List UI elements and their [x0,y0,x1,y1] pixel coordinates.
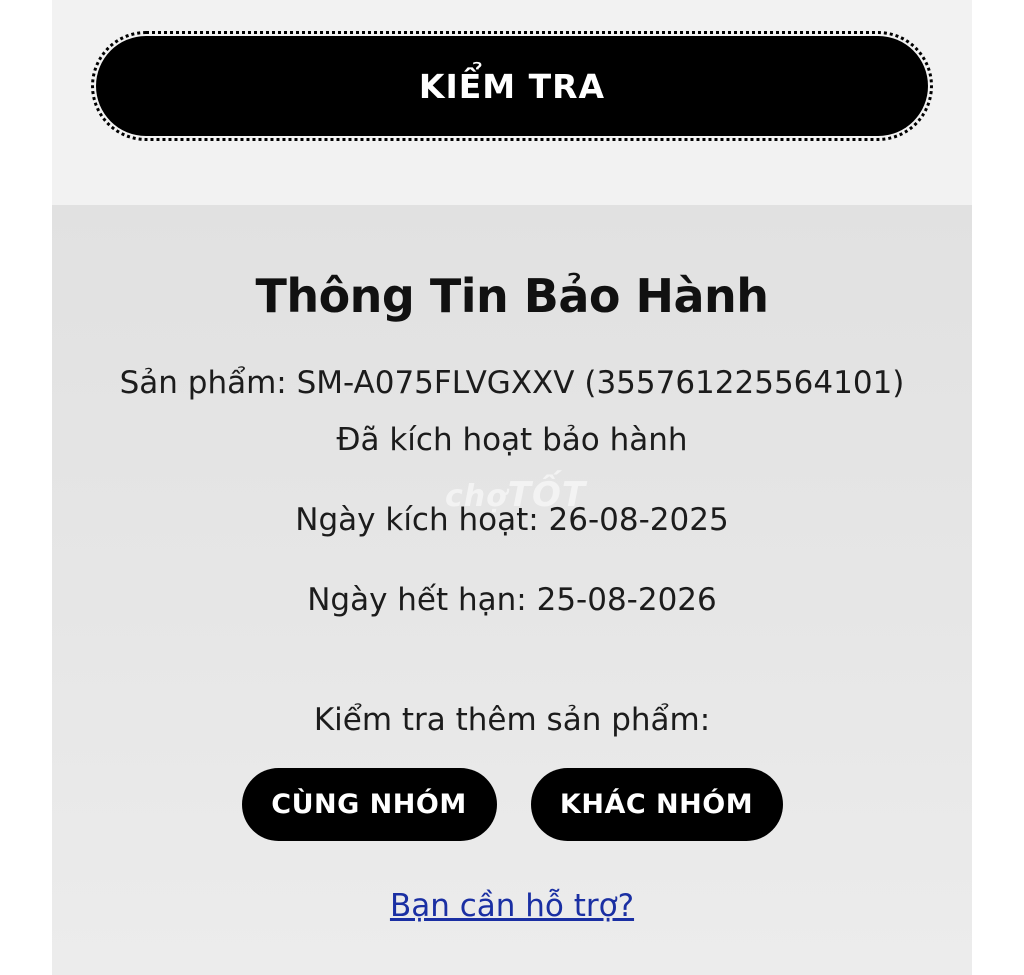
product-info: Sản phẩm: SM-A075FLVGXXV (35576122556410… [119,365,905,401]
page-column: KIỂM TRA Thông Tin Bảo Hành Sản phẩm: SM… [52,0,972,975]
expiry-date: Ngày hết hạn: 25-08-2026 [307,582,717,618]
check-button[interactable]: KIỂM TRA [91,31,933,141]
warranty-status: Đã kích hoạt bảo hành [336,422,688,458]
group-buttons: CÙNG NHÓM KHÁC NHÓM [52,768,972,841]
help-link[interactable]: Bạn cần hỗ trợ? [52,888,972,924]
check-section: KIỂM TRA [52,0,972,205]
warranty-info-panel: Thông Tin Bảo Hành Sản phẩm: SM-A075FLVG… [52,205,972,975]
activation-date: Ngày kích hoạt: 26-08-2025 [295,502,729,538]
check-more-label: Kiểm tra thêm sản phẩm: [313,702,711,738]
warranty-title: Thông Tin Bảo Hành [255,269,769,323]
other-group-button[interactable]: KHÁC NHÓM [530,768,783,841]
same-group-button[interactable]: CÙNG NHÓM [241,768,497,841]
